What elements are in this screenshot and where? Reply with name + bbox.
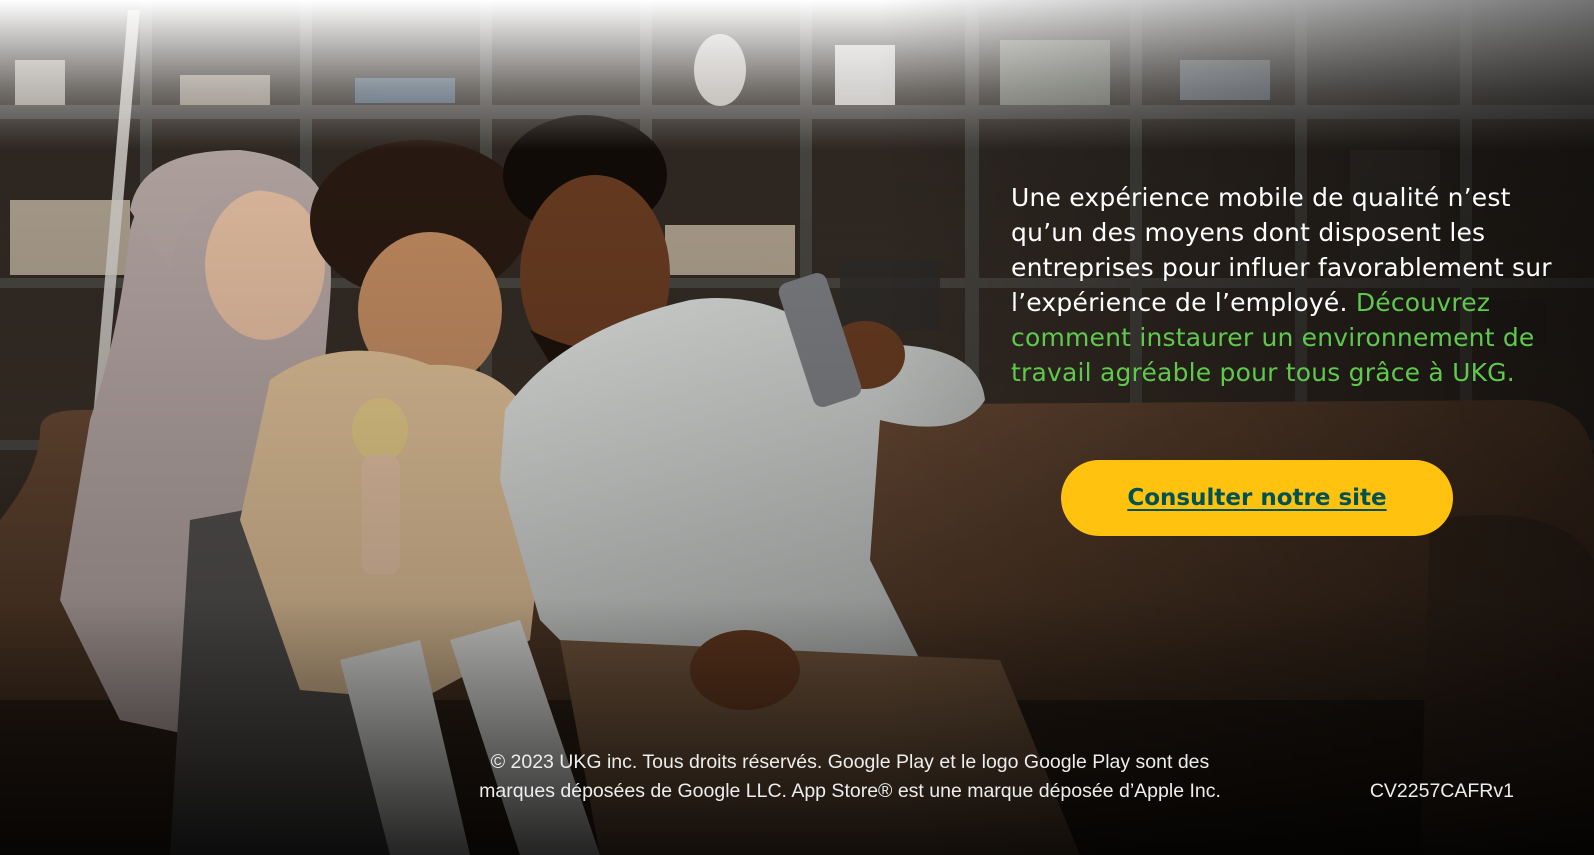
legal-notice: © 2023 UKG inc. Tous droits réservés. Go… [440,748,1260,806]
visit-site-button[interactable]: Consulter notre site [1061,460,1453,536]
document-code: CV2257CAFRv1 [1369,780,1514,802]
promo-banner: Une expérience mobile de qualité n’est q… [0,0,1594,855]
promo-message: Une expérience mobile de qualité n’est q… [1011,180,1571,390]
legal-notice-line-2: marques déposées de Google LLC. App Stor… [479,780,1221,802]
visit-site-button-label: Consulter notre site [1127,485,1387,511]
family-selfie-photo [0,0,1594,855]
legal-notice-line-1: © 2023 UKG inc. Tous droits réservés. Go… [490,751,1210,773]
